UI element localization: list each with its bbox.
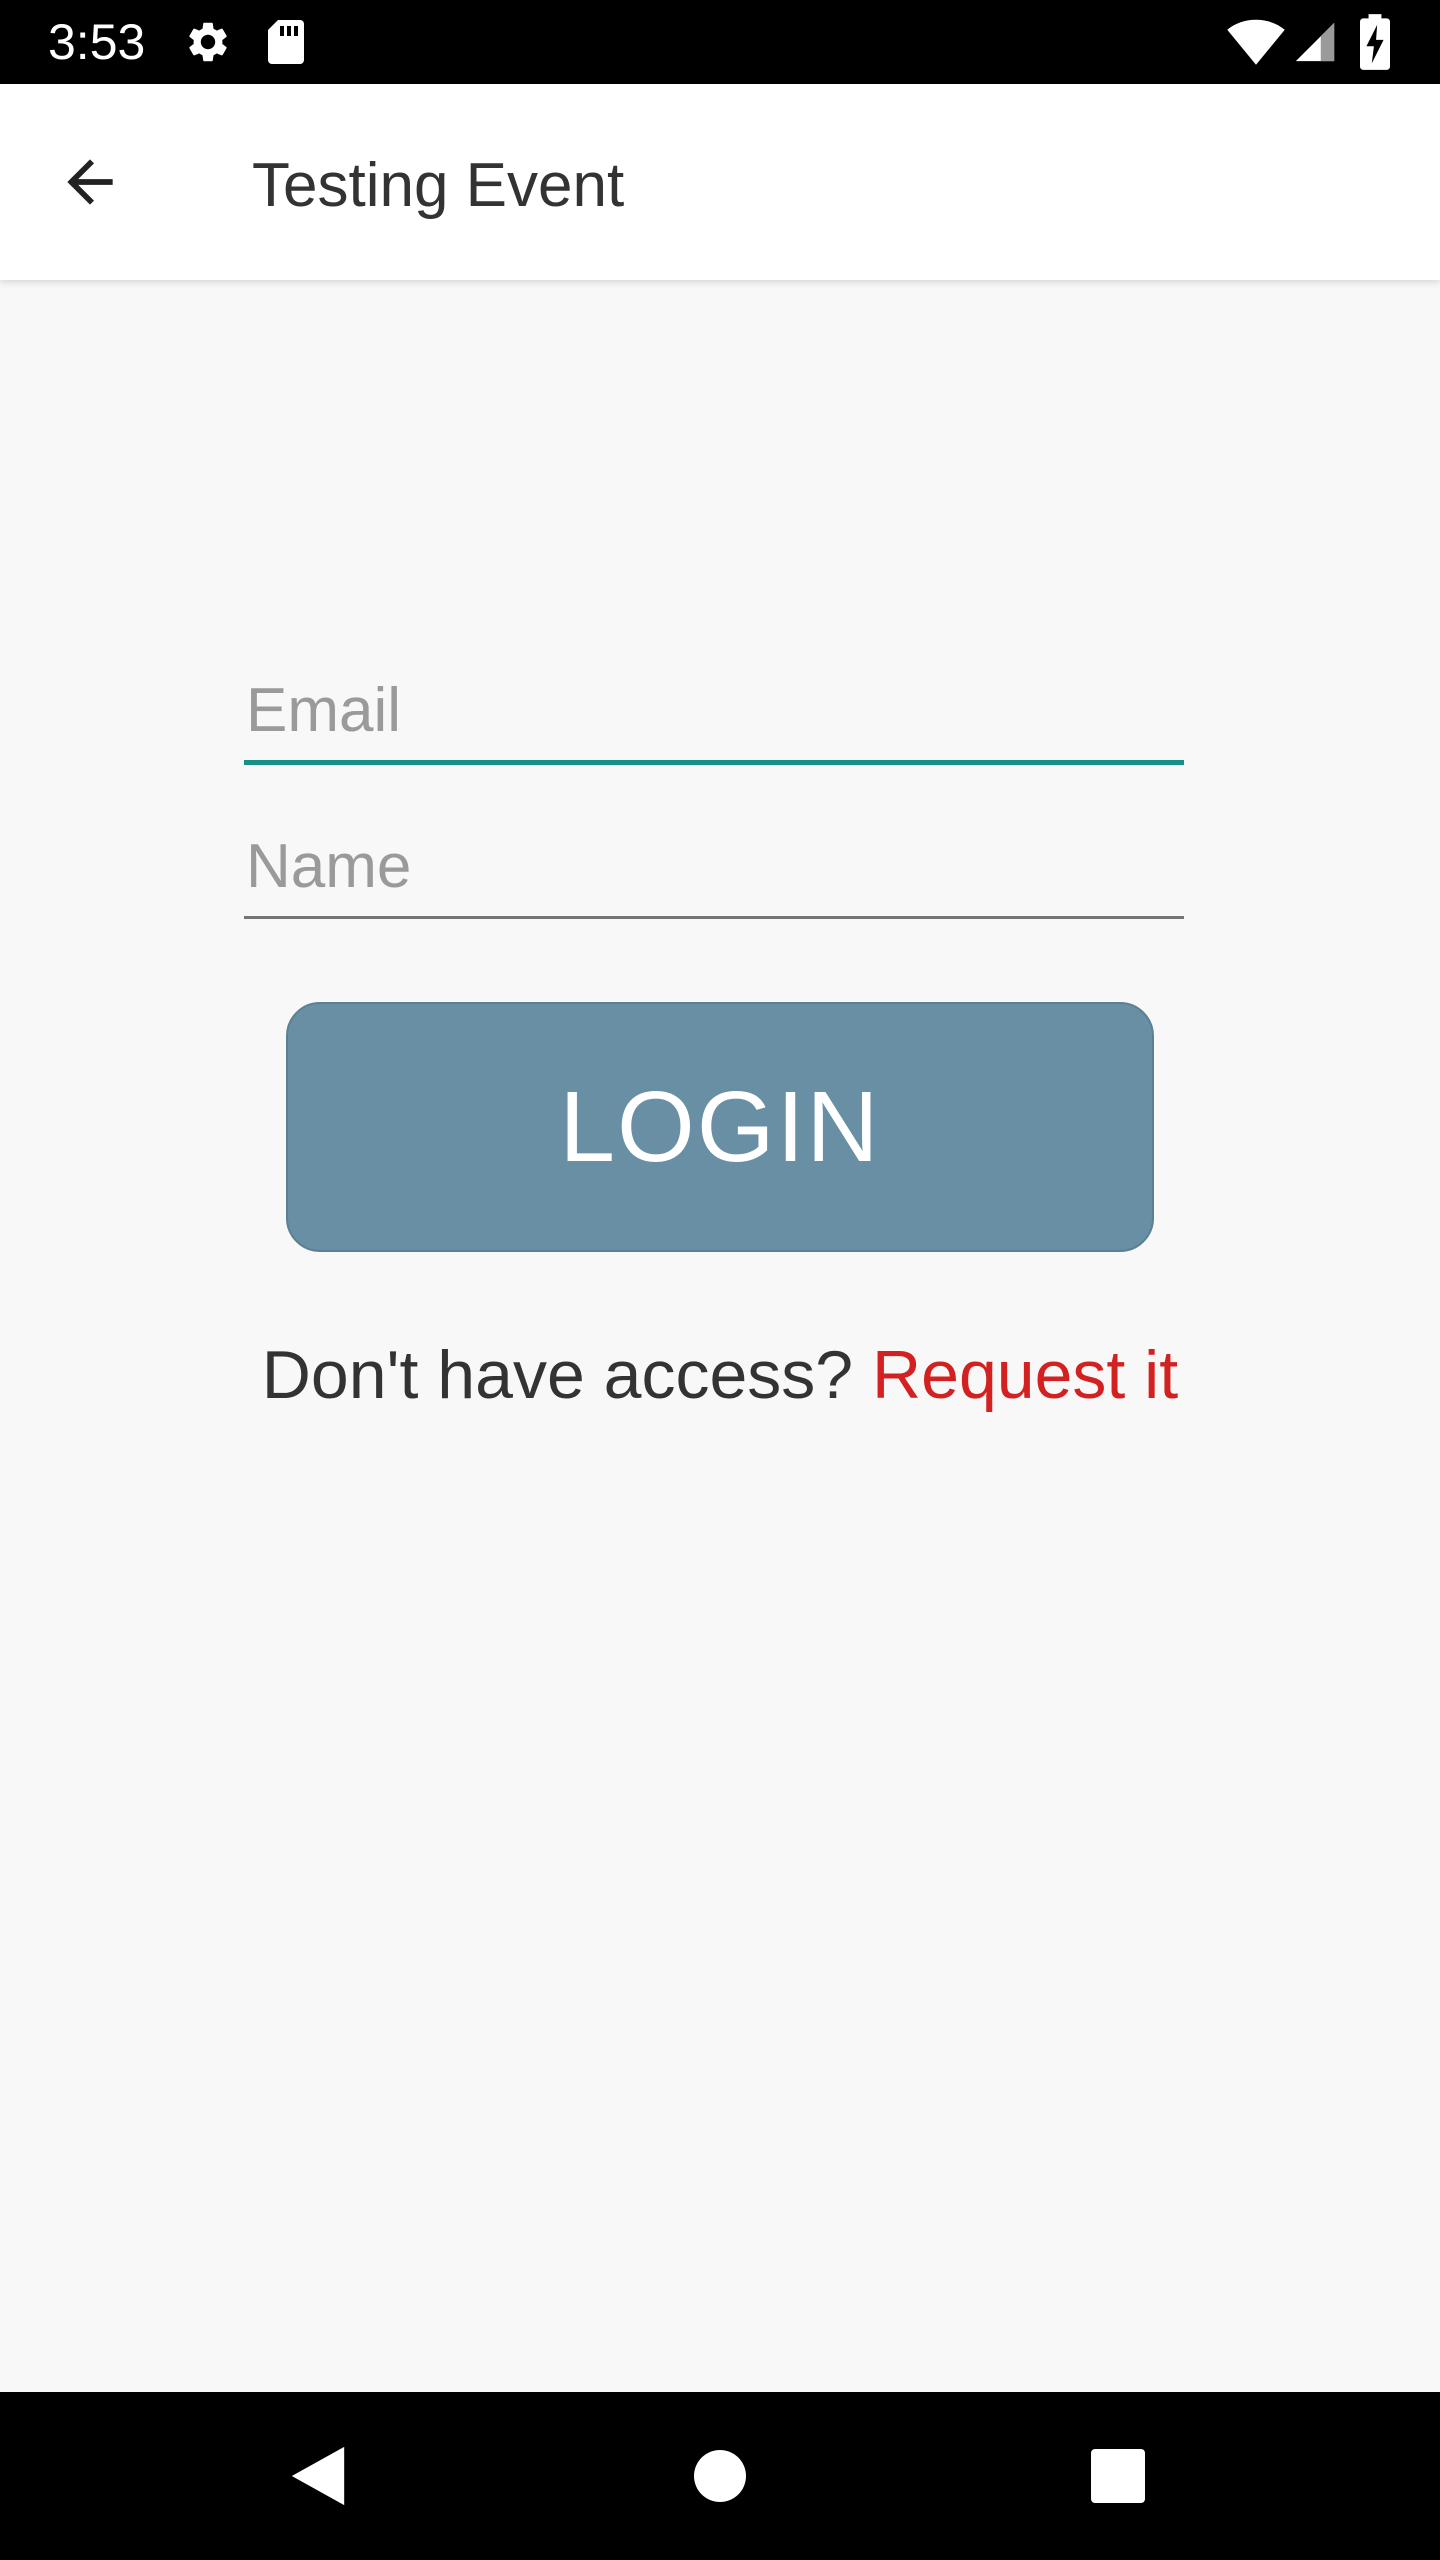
- email-field[interactable]: [244, 660, 1184, 760]
- status-bar: 3:53: [0, 0, 1440, 84]
- arrow-left-icon: [67, 159, 113, 205]
- page-title: Testing Event: [252, 151, 625, 220]
- access-prompt: Don't have access? Request it: [0, 1330, 1440, 1420]
- battery-charging-icon: [1360, 14, 1390, 70]
- nav-home-button[interactable]: [670, 2426, 770, 2526]
- nav-back-button[interactable]: [268, 2426, 368, 2526]
- email-field-container: [244, 660, 1184, 765]
- app-bar: Testing Event: [0, 84, 1440, 280]
- gear-icon: [189, 22, 227, 62]
- navigation-bar: [0, 2392, 1440, 2560]
- request-access-link[interactable]: Request it: [872, 1337, 1178, 1413]
- cell-signal-icon: [1295, 22, 1335, 62]
- nav-back-icon: [291, 2446, 345, 2506]
- nav-home-icon: [694, 2450, 746, 2502]
- wifi-icon: [1227, 19, 1285, 65]
- access-text: Don't have access?: [261, 1337, 873, 1413]
- login-button[interactable]: LOGIN: [286, 1002, 1154, 1252]
- nav-recents-button[interactable]: [1068, 2426, 1168, 2526]
- nav-recents-icon: [1091, 2449, 1145, 2503]
- sd-card-icon: [268, 20, 304, 64]
- name-field[interactable]: [244, 816, 1184, 916]
- name-field-container: [244, 816, 1184, 919]
- back-button[interactable]: [40, 132, 140, 232]
- status-time: 3:53: [48, 14, 146, 70]
